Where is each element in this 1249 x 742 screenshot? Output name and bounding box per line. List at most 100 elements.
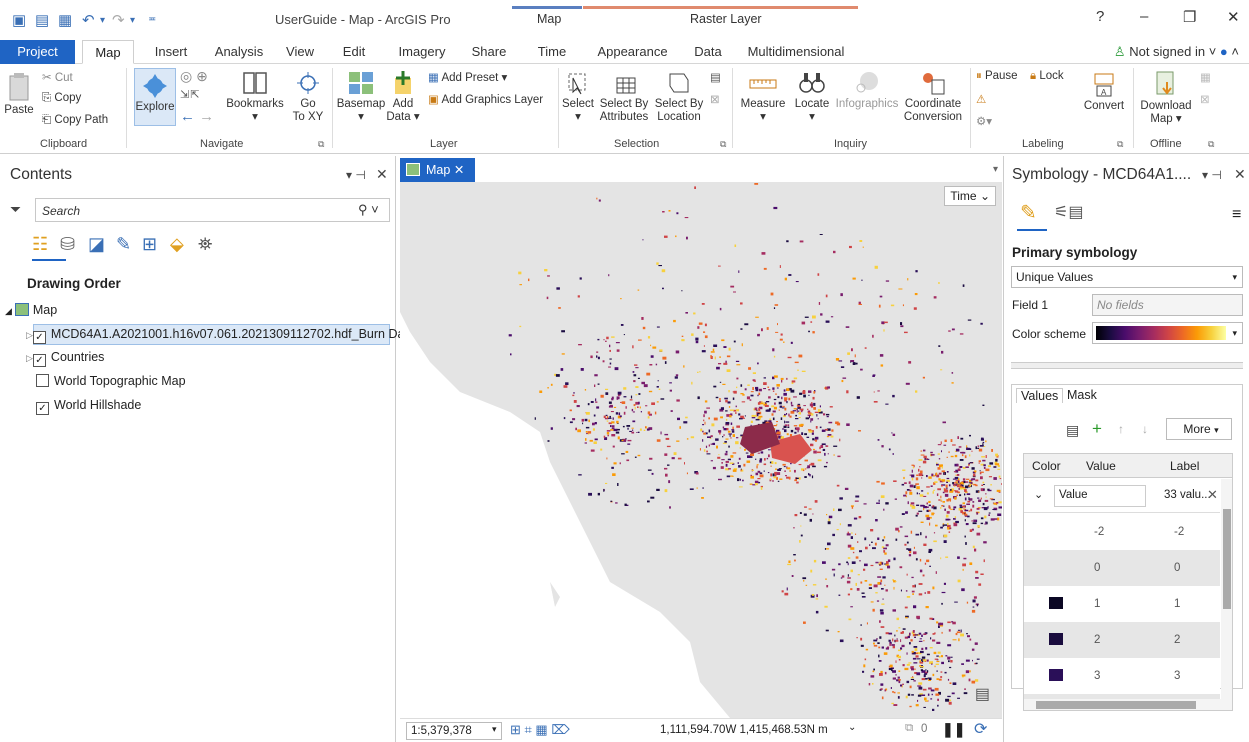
scale-input[interactable]: 1:5,379,378 <box>406 722 502 740</box>
tab-time[interactable]: Time <box>531 40 573 64</box>
horizontal-scrollbar[interactable] <box>1024 699 1232 710</box>
tab-analysis[interactable]: Analysis <box>210 40 268 64</box>
tab-view[interactable]: View <box>280 40 320 64</box>
paste-button[interactable]: Paste <box>2 72 36 117</box>
column-value[interactable]: Value <box>1086 459 1116 473</box>
pane-options-icon[interactable]: ▾ ⊣ <box>346 168 366 182</box>
close-map-icon[interactable]: ✕ <box>454 163 464 177</box>
menu-icon[interactable]: ≡ <box>1232 206 1241 224</box>
close-button[interactable]: ✕ <box>1227 8 1240 26</box>
color-swatch[interactable] <box>1049 669 1063 681</box>
remove-group-icon[interactable]: ✕ <box>1207 487 1218 503</box>
copy-path-button[interactable]: ⎗ Copy Path <box>42 114 108 127</box>
field-1-select[interactable]: No fields <box>1092 294 1243 316</box>
snapping-status-icons[interactable]: ⊞ ⌗ ▦ ⌦ <box>510 722 570 738</box>
restore-button[interactable]: ❐ <box>1183 8 1196 26</box>
go-to-xy-button[interactable]: Go To XY <box>290 70 326 124</box>
coordinate-format-icon[interactable]: ⌄ <box>848 722 856 733</box>
value-group-row[interactable]: ⌄ Value 33 valu... ✕ <box>1024 479 1220 513</box>
label-cell[interactable]: -2 <box>1174 526 1184 538</box>
color-swatch[interactable] <box>1049 597 1063 609</box>
toc-item-world-hillshade[interactable]: ✓ World Hillshade <box>36 398 141 415</box>
help-icon[interactable]: ? <box>1096 8 1104 25</box>
labeling-list-icon[interactable]: ⬙ <box>170 234 184 255</box>
tab-mask[interactable]: Mask <box>1067 388 1097 402</box>
basemap-button[interactable]: Basemap ▾ <box>336 70 386 124</box>
value-row[interactable]: 11 <box>1024 586 1220 622</box>
vertical-scrollbar[interactable] <box>1221 479 1232 699</box>
navigate-launcher-icon[interactable]: ⧉ <box>318 139 324 150</box>
redo-dropdown-icon[interactable]: ▾ <box>130 15 135 26</box>
label-cell[interactable]: 3 <box>1174 670 1180 682</box>
explore-button[interactable]: Explore <box>134 68 176 126</box>
editing-list-icon[interactable]: ✎ <box>116 234 131 255</box>
label-cell[interactable]: 1 <box>1174 598 1180 610</box>
undo-dropdown-icon[interactable]: ▾ <box>100 15 105 26</box>
convert-button[interactable]: A Convert <box>1080 70 1128 113</box>
search-icon[interactable]: ⚲ ˅ <box>358 202 379 218</box>
tab-multidimensional[interactable]: Multidimensional <box>744 40 848 64</box>
lock-labeling-button[interactable]: 🔒︎ Lock <box>1030 70 1064 83</box>
tab-share[interactable]: Share <box>467 40 511 64</box>
label-cell[interactable]: 0 <box>1174 562 1180 574</box>
clear-selection-icon[interactable]: ⊠ <box>710 92 720 106</box>
pause-drawing-icon[interactable]: ❚❚ <box>942 721 965 738</box>
add-all-values-icon[interactable]: ▤ <box>1066 422 1079 439</box>
view-unplaced-icon[interactable]: ⚠ <box>976 92 986 106</box>
tab-insert[interactable]: Insert <box>147 40 195 64</box>
symbology-method-select[interactable]: Unique Values ▾ <box>1011 266 1243 288</box>
add-graphics-layer-button[interactable]: ▣ Add Graphics Layer <box>428 92 543 106</box>
perspective-imagery-icon[interactable]: ⛯ <box>198 234 212 255</box>
zoom-extent-icon[interactable]: ⇲⇱ <box>180 88 200 101</box>
cut-button[interactable]: ✂ Cut <box>42 70 73 84</box>
move-down-icon[interactable]: ↓ <box>1142 422 1148 436</box>
vary-symbology-tab-icon[interactable]: ⚟▤ <box>1054 202 1083 222</box>
color-swatch[interactable] <box>1049 633 1063 645</box>
sync-icon[interactable]: ▦ <box>1200 70 1211 84</box>
save-project-icon[interactable]: ▦ <box>58 11 72 29</box>
group-name-field[interactable]: Value <box>1054 485 1146 507</box>
select-by-attributes-button[interactable]: Select By Attributes <box>598 70 650 124</box>
labeling-launcher-icon[interactable]: ⧉ <box>1117 139 1123 150</box>
selection-launcher-icon[interactable]: ⧉ <box>720 139 726 150</box>
toc-item-world-topographic[interactable]: World Topographic Map <box>36 374 186 388</box>
pane-options-icon[interactable]: ▾ ⊣ <box>1202 168 1222 182</box>
copy-button[interactable]: ⎘ Copy <box>42 92 81 105</box>
search-input[interactable]: Search ⚲ ˅ <box>35 198 390 222</box>
overview-icon[interactable]: ▤ <box>975 684 990 704</box>
open-project-icon[interactable]: ▤ <box>35 11 49 29</box>
primary-symbology-tab-icon[interactable]: ✎ <box>1020 200 1037 225</box>
measure-button[interactable]: Measure ▾ <box>738 70 788 124</box>
close-pane-icon[interactable]: ✕ <box>376 166 388 183</box>
minimize-button[interactable]: – <box>1140 8 1148 25</box>
filter-icon[interactable]: ⏷ <box>10 201 21 218</box>
data-source-icon[interactable]: ⛁ <box>60 234 75 255</box>
add-preset-button[interactable]: ▦ Add Preset ▾ <box>428 70 507 84</box>
tab-edit[interactable]: Edit <box>336 40 372 64</box>
more-dropdown[interactable]: More ▾ <box>1166 418 1232 440</box>
color-scheme-select[interactable]: ▾ <box>1092 322 1243 344</box>
add-value-icon[interactable]: + <box>1092 419 1102 439</box>
tab-appearance[interactable]: Appearance <box>590 40 675 64</box>
signin-status[interactable]: ♙ Not signed in ˅ ● ˄ <box>1114 44 1239 60</box>
tab-map[interactable]: Map <box>82 40 134 64</box>
value-row[interactable]: 00 <box>1024 550 1220 586</box>
coordinate-conversion-button[interactable]: Coordinate Conversion <box>900 70 966 124</box>
time-slider-button[interactable]: Time ⌄ <box>944 186 996 206</box>
group-collapse-icon[interactable]: ⌄ <box>1034 488 1043 501</box>
snapping-list-icon[interactable]: ⊞ <box>142 234 157 255</box>
selection-list-icon[interactable]: ◪ <box>88 234 105 255</box>
drawing-order-icon[interactable]: ☷ <box>32 234 48 255</box>
redo-icon[interactable]: ↷ <box>112 11 125 29</box>
previous-extent-icon[interactable]: ← → <box>180 108 214 125</box>
toc-item-countries[interactable]: ▷ ✓ Countries <box>26 350 104 367</box>
add-data-button[interactable]: Add Data ▾ <box>386 70 420 124</box>
map-view[interactable]: Map ✕ ▾ Time ⌄ ▤ 1:5,379,378 ▾ ⊞ ⌗ ▦ ⌦ 1… <box>400 158 1002 742</box>
new-project-icon[interactable]: ▣ <box>12 11 26 29</box>
bookmarks-button[interactable]: Bookmarks ▾ <box>224 70 286 124</box>
map-view-tab[interactable]: Map ✕ <box>400 158 475 182</box>
toc-item-burn-date-layer[interactable]: ▷ ✓ MCD64A1.A2021001.h16v07.061.2021309112… <box>26 327 415 344</box>
tab-values[interactable]: Values <box>1016 388 1064 403</box>
select-button[interactable]: Select ▾ <box>560 70 596 124</box>
notification-icon[interactable]: ● <box>1220 44 1228 59</box>
